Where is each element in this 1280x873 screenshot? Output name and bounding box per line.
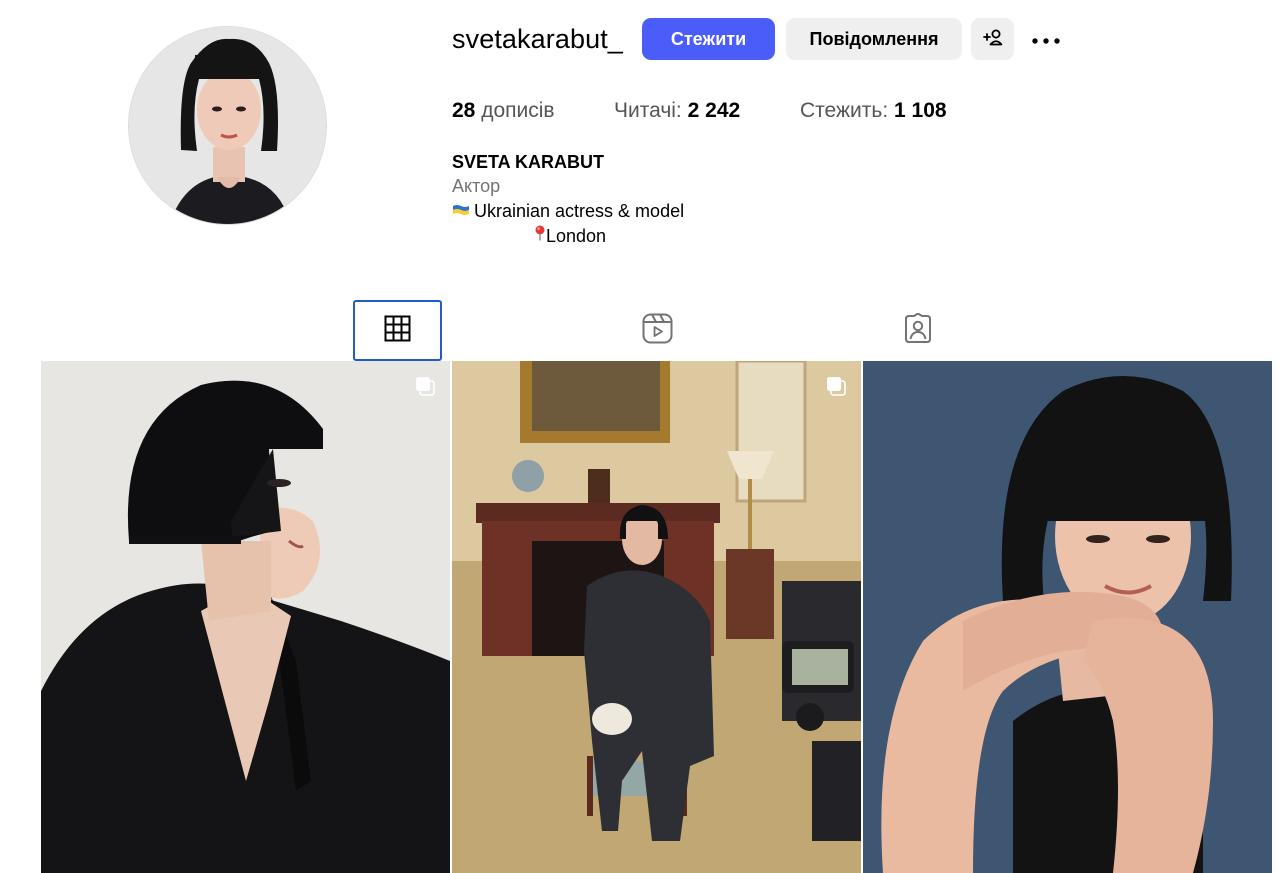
posts-count: 28 дописів <box>452 96 555 126</box>
following-count: 1 108 <box>894 99 947 122</box>
message-button[interactable]: Повідомлення <box>786 18 962 60</box>
post-thumbnail-1[interactable] <box>41 361 450 873</box>
follow-button[interactable]: Стежити <box>642 18 775 60</box>
tab-tagged[interactable] <box>873 300 962 361</box>
profile-full-name: SVETA KARABUT <box>452 152 604 172</box>
bio-location: London <box>452 223 684 248</box>
suggested-accounts-button[interactable] <box>971 18 1014 60</box>
post-thumbnail-2[interactable] <box>452 361 861 873</box>
tagged-icon <box>903 312 933 348</box>
profile-username: svetakarabut_ <box>452 24 623 54</box>
reels-icon <box>642 313 673 349</box>
posts-count-label: дописів <box>481 99 555 122</box>
followers-count: 2 242 <box>687 99 741 122</box>
more-options-icon <box>1031 29 1061 50</box>
bio-text-line2: London <box>546 226 607 246</box>
followers-label: Читачі: <box>614 99 682 122</box>
bio-line: Ukrainian actress & model <box>452 198 684 223</box>
bio-text-line1: Ukrainian actress & model <box>474 201 685 221</box>
post-thumbnail-3[interactable] <box>863 361 1272 873</box>
profile-bio: SVETA KARABUT Актор Ukrainian actress & … <box>452 150 684 248</box>
profile-avatar[interactable] <box>128 26 327 225</box>
tab-posts[interactable] <box>353 300 442 361</box>
posts-grid <box>41 361 1272 873</box>
more-options-button[interactable] <box>1025 18 1067 60</box>
person-add-icon <box>982 28 1004 51</box>
location-pin-icon <box>534 223 546 247</box>
following-label: Стежить: <box>800 99 889 122</box>
ukraine-flag-icon <box>452 198 470 222</box>
tab-reels[interactable] <box>613 300 702 361</box>
grid-icon <box>384 315 411 347</box>
following-link[interactable]: Стежить: 1 108 <box>800 96 947 126</box>
profile-category: Актор <box>452 176 501 196</box>
posts-count-value: 28 <box>452 99 476 122</box>
followers-link[interactable]: Читачі: 2 242 <box>614 96 740 126</box>
carousel-icon <box>414 375 436 397</box>
carousel-icon <box>825 375 847 397</box>
